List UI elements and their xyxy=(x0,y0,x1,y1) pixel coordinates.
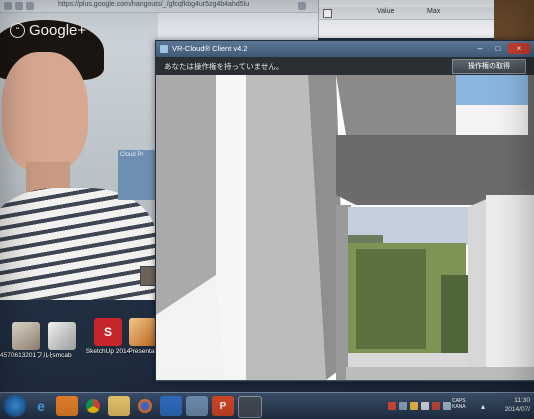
desktop-icon-label: SketchUp 2014 xyxy=(85,348,131,355)
presentation-icon xyxy=(129,318,157,346)
clock[interactable]: 11:30 2014/07/ xyxy=(505,396,530,414)
address-bar[interactable]: https://plus.google.com/hangouts/_/gfcqf… xyxy=(0,0,318,13)
maximize-button[interactable]: □ xyxy=(490,43,506,54)
tray-icon[interactable] xyxy=(410,402,418,410)
desktop-icon-label: Presentati xyxy=(128,348,158,355)
media-player-icon[interactable] xyxy=(56,396,78,416)
ie-icon[interactable]: e xyxy=(30,396,52,416)
cloud-tile[interactable]: Cloud Pr xyxy=(118,150,160,200)
desktop-icon-smcab[interactable]: smcab xyxy=(36,322,88,360)
close-button[interactable]: × xyxy=(508,43,530,54)
back-icon[interactable] xyxy=(4,2,12,10)
screen: https://plus.google.com/hangouts/_/gfcqf… xyxy=(0,0,534,419)
vr-app-icon xyxy=(160,45,168,53)
system-tray xyxy=(388,396,451,416)
start-button[interactable] xyxy=(4,395,26,417)
sketchup-icon: S xyxy=(94,318,122,346)
clock-time: 11:30 xyxy=(514,397,530,404)
properties-checkbox[interactable] xyxy=(323,9,332,18)
outlook-icon[interactable] xyxy=(160,396,182,416)
properties-header: Value Max xyxy=(319,7,495,20)
desktop-icon-sketchup[interactable]: S SketchUp 2014 xyxy=(82,318,134,356)
3d-scene xyxy=(156,75,534,380)
max-column-header[interactable]: Max xyxy=(427,8,440,15)
speaker-icon[interactable]: ▴ xyxy=(478,396,488,416)
star-icon[interactable] xyxy=(298,2,306,10)
image-file-icon xyxy=(48,322,76,350)
address-text[interactable]: https://plus.google.com/hangouts/_/gfcqf… xyxy=(58,1,249,8)
clock-date: 2014/07/ xyxy=(504,406,530,413)
google-plus-text: Google+ xyxy=(29,22,87,39)
ime-indicator[interactable]: CAPS KANA xyxy=(452,398,466,410)
tray-icon[interactable] xyxy=(388,402,396,410)
tray-icon[interactable] xyxy=(399,402,407,410)
minimize-button[interactable]: – xyxy=(472,43,488,54)
tray-icon[interactable] xyxy=(443,402,451,410)
value-column-header[interactable]: Value xyxy=(377,8,394,15)
request-control-button[interactable]: 操作権の取得 xyxy=(452,59,526,74)
forward-icon[interactable] xyxy=(15,2,23,10)
powerpoint-icon[interactable]: P xyxy=(212,396,234,416)
desktop-icon-label: smcab xyxy=(52,352,72,359)
file-explorer-icon[interactable] xyxy=(108,396,130,416)
control-status-text: あなたは操作権を持っていません。 xyxy=(164,62,284,71)
window-app-icon[interactable] xyxy=(238,396,262,418)
vr-window-title: VR-Cloud® Client v4.2 xyxy=(172,44,248,53)
taskbar: e P CAPS KANA ▴ 11:30 2014/07/ xyxy=(0,392,534,419)
participant-shirt xyxy=(0,188,156,300)
hangout-icon: “ xyxy=(10,23,25,38)
3d-viewport[interactable] xyxy=(156,75,534,380)
firefox-icon[interactable] xyxy=(134,396,156,416)
cloud-tile-label: Cloud Pr xyxy=(120,152,144,158)
chrome-icon[interactable] xyxy=(82,396,104,416)
tray-icon[interactable] xyxy=(432,402,440,410)
participant-face xyxy=(2,52,88,172)
tray-icon[interactable] xyxy=(421,402,429,410)
google-plus-logo[interactable]: “ Google+ xyxy=(10,22,86,39)
desktop-icon-presentation[interactable]: Presentati xyxy=(128,318,158,356)
reload-icon[interactable] xyxy=(26,2,34,10)
vr-info-bar: あなたは操作権を持っていません。 操作権の取得 xyxy=(156,57,534,75)
properties-window: Value Max xyxy=(318,0,495,38)
kana-indicator: KANA xyxy=(452,404,466,410)
vr-title-bar[interactable]: VR-Cloud® Client v4.2 – □ × xyxy=(156,41,534,57)
vr-cloud-window: VR-Cloud® Client v4.2 – □ × あなたは操作権を持ってい… xyxy=(155,40,534,382)
cloud-app-icon[interactable] xyxy=(186,396,208,416)
